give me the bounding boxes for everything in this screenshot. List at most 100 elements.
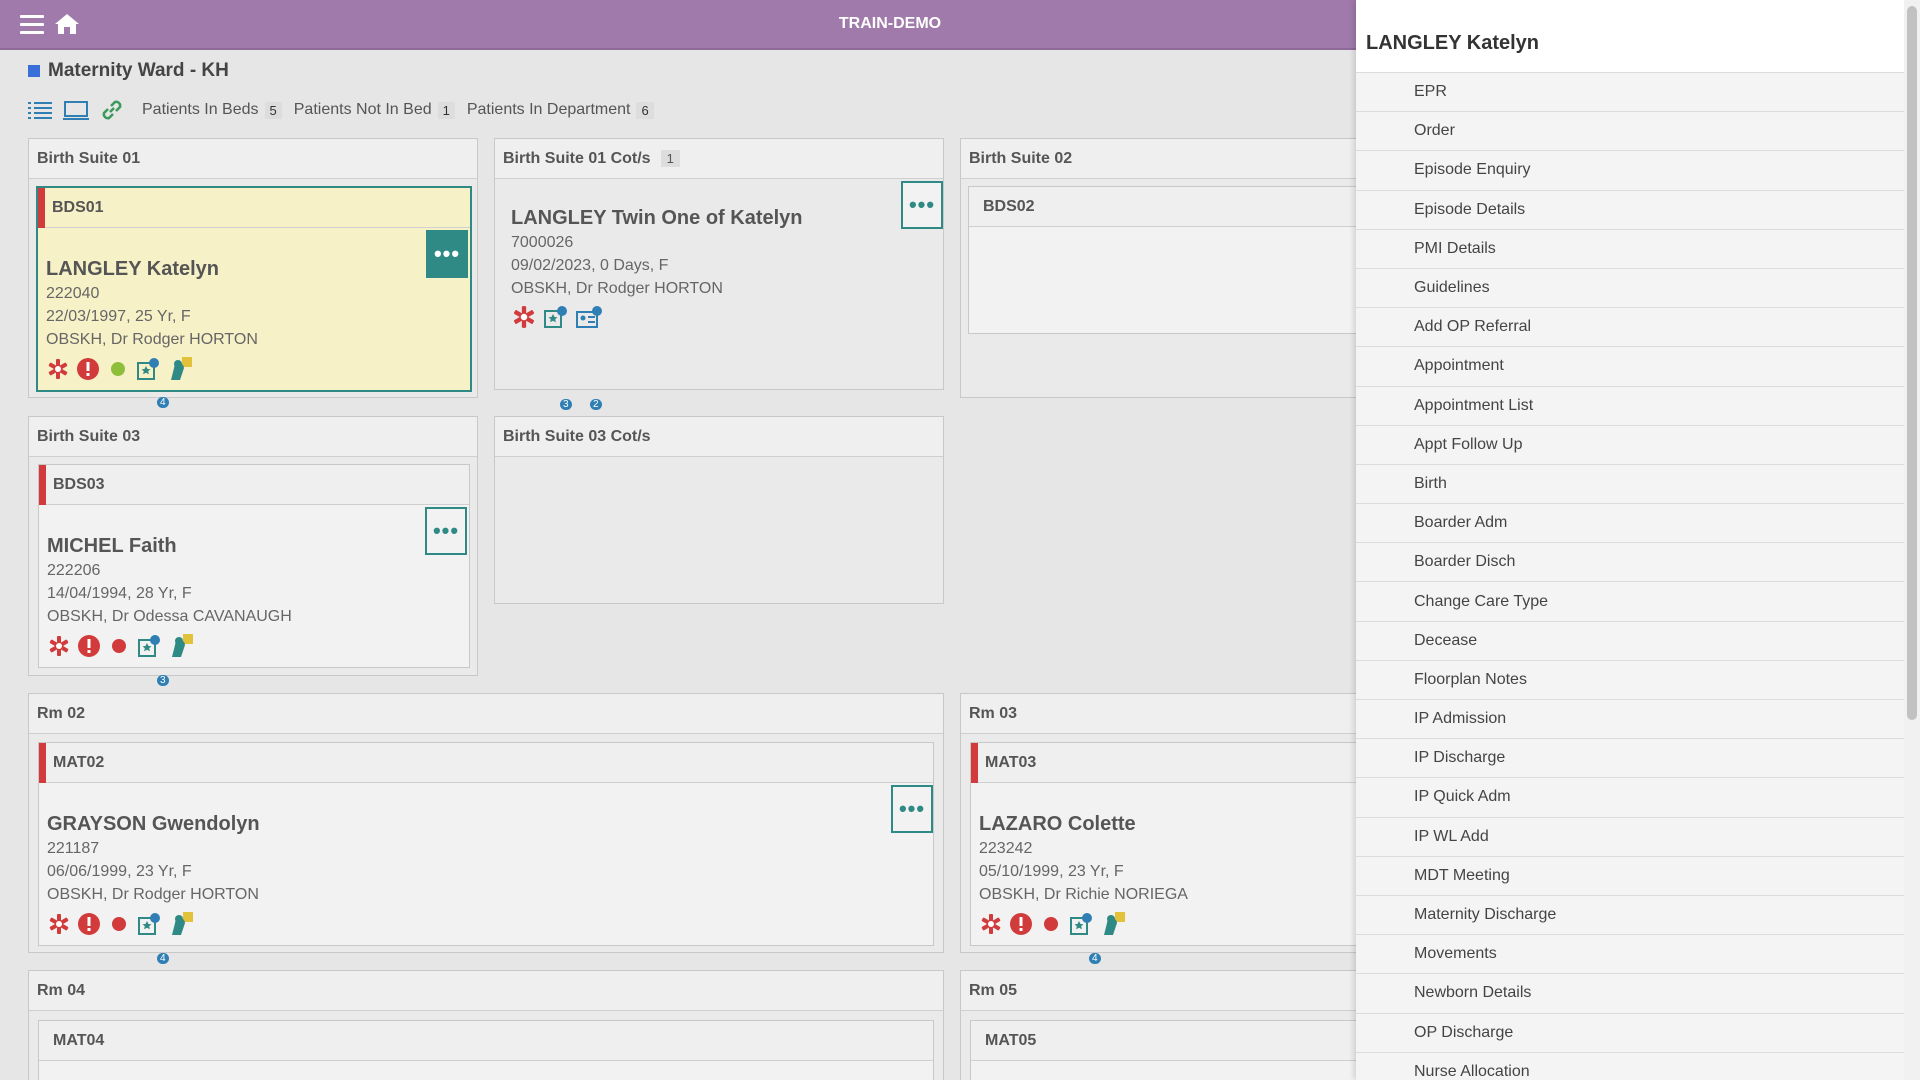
- menu-item-birth[interactable]: Birth: [1356, 463, 1904, 504]
- patient-dob: 22/03/1997, 25 Yr, F: [46, 308, 191, 325]
- patient-name[interactable]: LANGLEY Twin One of Katelyn: [511, 207, 803, 230]
- menu-item-boarder-disch[interactable]: Boarder Disch: [1356, 542, 1904, 582]
- menu-item-floorplan-notes[interactable]: Floorplan Notes: [1356, 659, 1904, 699]
- menu-item-ip-discharge[interactable]: IP Discharge: [1356, 738, 1904, 778]
- menu-item-newborn-details[interactable]: Newborn Details: [1356, 973, 1904, 1013]
- menu-item-ip-admission[interactable]: IP Admission: [1356, 699, 1904, 739]
- tasks-icon[interactable]: [137, 912, 163, 936]
- medical-alert-icon[interactable]: [511, 304, 537, 330]
- nurse-icon[interactable]: [168, 356, 194, 382]
- ward-color-marker: [28, 65, 40, 77]
- warning-icon[interactable]: [77, 634, 101, 658]
- menu-item-epr[interactable]: EPR: [1356, 72, 1904, 112]
- patient-name[interactable]: MICHEL Faith: [47, 535, 177, 558]
- bed-card-mat04[interactable]: MAT04: [38, 1020, 934, 1080]
- bed-card-mat05[interactable]: MAT05: [970, 1020, 1360, 1080]
- warning-icon[interactable]: [77, 912, 101, 936]
- warning-icon[interactable]: [1009, 912, 1033, 936]
- bed-label-text: MAT04: [53, 1032, 105, 1049]
- tasks-count-badge: 3: [157, 675, 169, 686]
- warning-icon[interactable]: [76, 357, 100, 381]
- patient-consultant: OBSKH, Dr Rodger HORTON: [46, 331, 258, 348]
- bed-card-bds03[interactable]: BDS03 ••• MICHEL Faith 222206 14/04/1994…: [38, 464, 470, 668]
- tasks-icon[interactable]: [137, 634, 163, 658]
- room-birth-suite-01-cots: Birth Suite 01 Cot/s 1 ••• LANGLEY Twin O…: [494, 138, 944, 390]
- more-options-button[interactable]: •••: [426, 230, 468, 278]
- tab-patients-in-department[interactable]: Patients In Department 6: [467, 101, 654, 119]
- nurse-icon[interactable]: [169, 633, 195, 659]
- tasks-icon[interactable]: [543, 305, 569, 329]
- contact-card-icon[interactable]: [575, 305, 603, 329]
- patient-consultant: OBSKH, Dr Richie NORIEGA: [979, 886, 1188, 903]
- medical-alert-icon[interactable]: [47, 634, 71, 658]
- patient-name[interactable]: LAZARO Colette: [979, 813, 1136, 836]
- status-dot-icon: [112, 917, 126, 931]
- menu-item-mdt-meeting[interactable]: MDT Meeting: [1356, 855, 1904, 895]
- patient-dob: 05/10/1999, 23 Yr, F: [979, 863, 1124, 880]
- tasks-count-badge: 4: [1089, 953, 1101, 964]
- nurse-icon[interactable]: [1101, 911, 1127, 937]
- bed-label: BDS02: [969, 187, 1359, 227]
- patient-dob: 09/02/2023, 0 Days, F: [511, 257, 669, 274]
- patient-dob: 06/06/1999, 23 Yr, F: [47, 863, 192, 880]
- bed-card-mat03[interactable]: MAT03 LAZARO Colette 223242 05/10/1999, …: [970, 742, 1360, 946]
- menu-item-nurse-allocation[interactable]: Nurse Allocation: [1356, 1051, 1904, 1080]
- nurse-icon[interactable]: [169, 911, 195, 937]
- tab-patients-not-in-bed[interactable]: Patients Not In Bed 1: [294, 101, 455, 119]
- tasks-icon[interactable]: [136, 357, 162, 381]
- list-view-icon[interactable]: [26, 96, 54, 124]
- scrollbar-thumb[interactable]: [1907, 6, 1917, 720]
- patient-name[interactable]: GRAYSON Gwendolyn: [47, 813, 260, 836]
- medical-alert-icon[interactable]: [46, 357, 70, 381]
- medical-alert-icon[interactable]: [47, 912, 71, 936]
- more-options-button[interactable]: •••: [425, 507, 467, 555]
- bed-label-text: BDS02: [983, 198, 1035, 215]
- patient-alert-icons: [979, 911, 1133, 937]
- link-icon[interactable]: [98, 96, 126, 124]
- menu-item-boarder-adm[interactable]: Boarder Adm: [1356, 503, 1904, 543]
- menu-item-order[interactable]: Order: [1356, 111, 1904, 151]
- menu-item-pmi-details[interactable]: PMI Details: [1356, 228, 1904, 268]
- patient-id: 222040: [46, 285, 100, 302]
- patient-name[interactable]: LANGLEY Katelyn: [46, 258, 219, 281]
- more-options-button[interactable]: •••: [901, 181, 943, 229]
- bed-label-text: MAT05: [985, 1032, 1037, 1049]
- bed-card-mat02[interactable]: MAT02 ••• GRAYSON Gwendolyn 221187 06/06…: [38, 742, 934, 946]
- more-options-button[interactable]: •••: [891, 785, 933, 833]
- patient-alert-icons: [47, 911, 201, 937]
- medical-alert-icon[interactable]: [979, 912, 1003, 936]
- ward-toolbar: Patients In Beds 5 Patients Not In Bed 1 P…: [26, 96, 654, 124]
- tasks-count-badge: 4: [157, 397, 169, 408]
- menu-item-movements[interactable]: Movements: [1356, 934, 1904, 974]
- bed-card-bds01[interactable]: BDS01 ••• LANGLEY Katelyn 222040 22/03/1…: [36, 186, 472, 392]
- menu-item-ip-quick-adm[interactable]: IP Quick Adm: [1356, 777, 1904, 817]
- tasks-icon[interactable]: [1069, 912, 1095, 936]
- bed-label: BDS01: [38, 188, 470, 228]
- menu-item-ip-wl-add[interactable]: IP WL Add: [1356, 816, 1904, 856]
- menu-item-guidelines[interactable]: Guidelines: [1356, 267, 1904, 308]
- tab-count: 6: [636, 101, 654, 119]
- tab-label: Patients In Beds: [142, 101, 259, 118]
- floorplan-view-icon[interactable]: [62, 96, 90, 124]
- bed-flag: [39, 465, 46, 505]
- menu-item-maternity-discharge[interactable]: Maternity Discharge: [1356, 894, 1904, 935]
- patient-id: 223242: [979, 840, 1033, 857]
- bed-card-bds02[interactable]: BDS02: [968, 186, 1360, 334]
- tab-patients-in-beds[interactable]: Patients In Beds 5: [142, 101, 282, 119]
- bed-flag: [971, 743, 978, 783]
- panel-scrollbar[interactable]: [1904, 0, 1920, 1080]
- menu-item-op-discharge[interactable]: OP Discharge: [1356, 1012, 1904, 1052]
- menu-item-add-op-referral[interactable]: Add OP Referral: [1356, 307, 1904, 347]
- menu-item-decease[interactable]: Decease: [1356, 620, 1904, 660]
- menu-item-change-care-type[interactable]: Change Care Type: [1356, 581, 1904, 621]
- contacts-count-badge: 2: [590, 399, 602, 410]
- tab-label: Patients In Department: [466, 101, 631, 118]
- bed-label: MAT05: [971, 1021, 1359, 1061]
- bed-label: MAT02: [39, 743, 933, 783]
- menu-item-appointment-list[interactable]: Appointment List: [1356, 385, 1904, 425]
- menu-item-episode-details[interactable]: Episode Details: [1356, 189, 1904, 229]
- menu-item-appointment[interactable]: Appointment: [1356, 346, 1904, 386]
- menu-item-appt-follow-up[interactable]: Appt Follow Up: [1356, 424, 1904, 464]
- menu-item-episode-enquiry[interactable]: Episode Enquiry: [1356, 150, 1904, 190]
- bed-label-text: BDS03: [53, 476, 105, 493]
